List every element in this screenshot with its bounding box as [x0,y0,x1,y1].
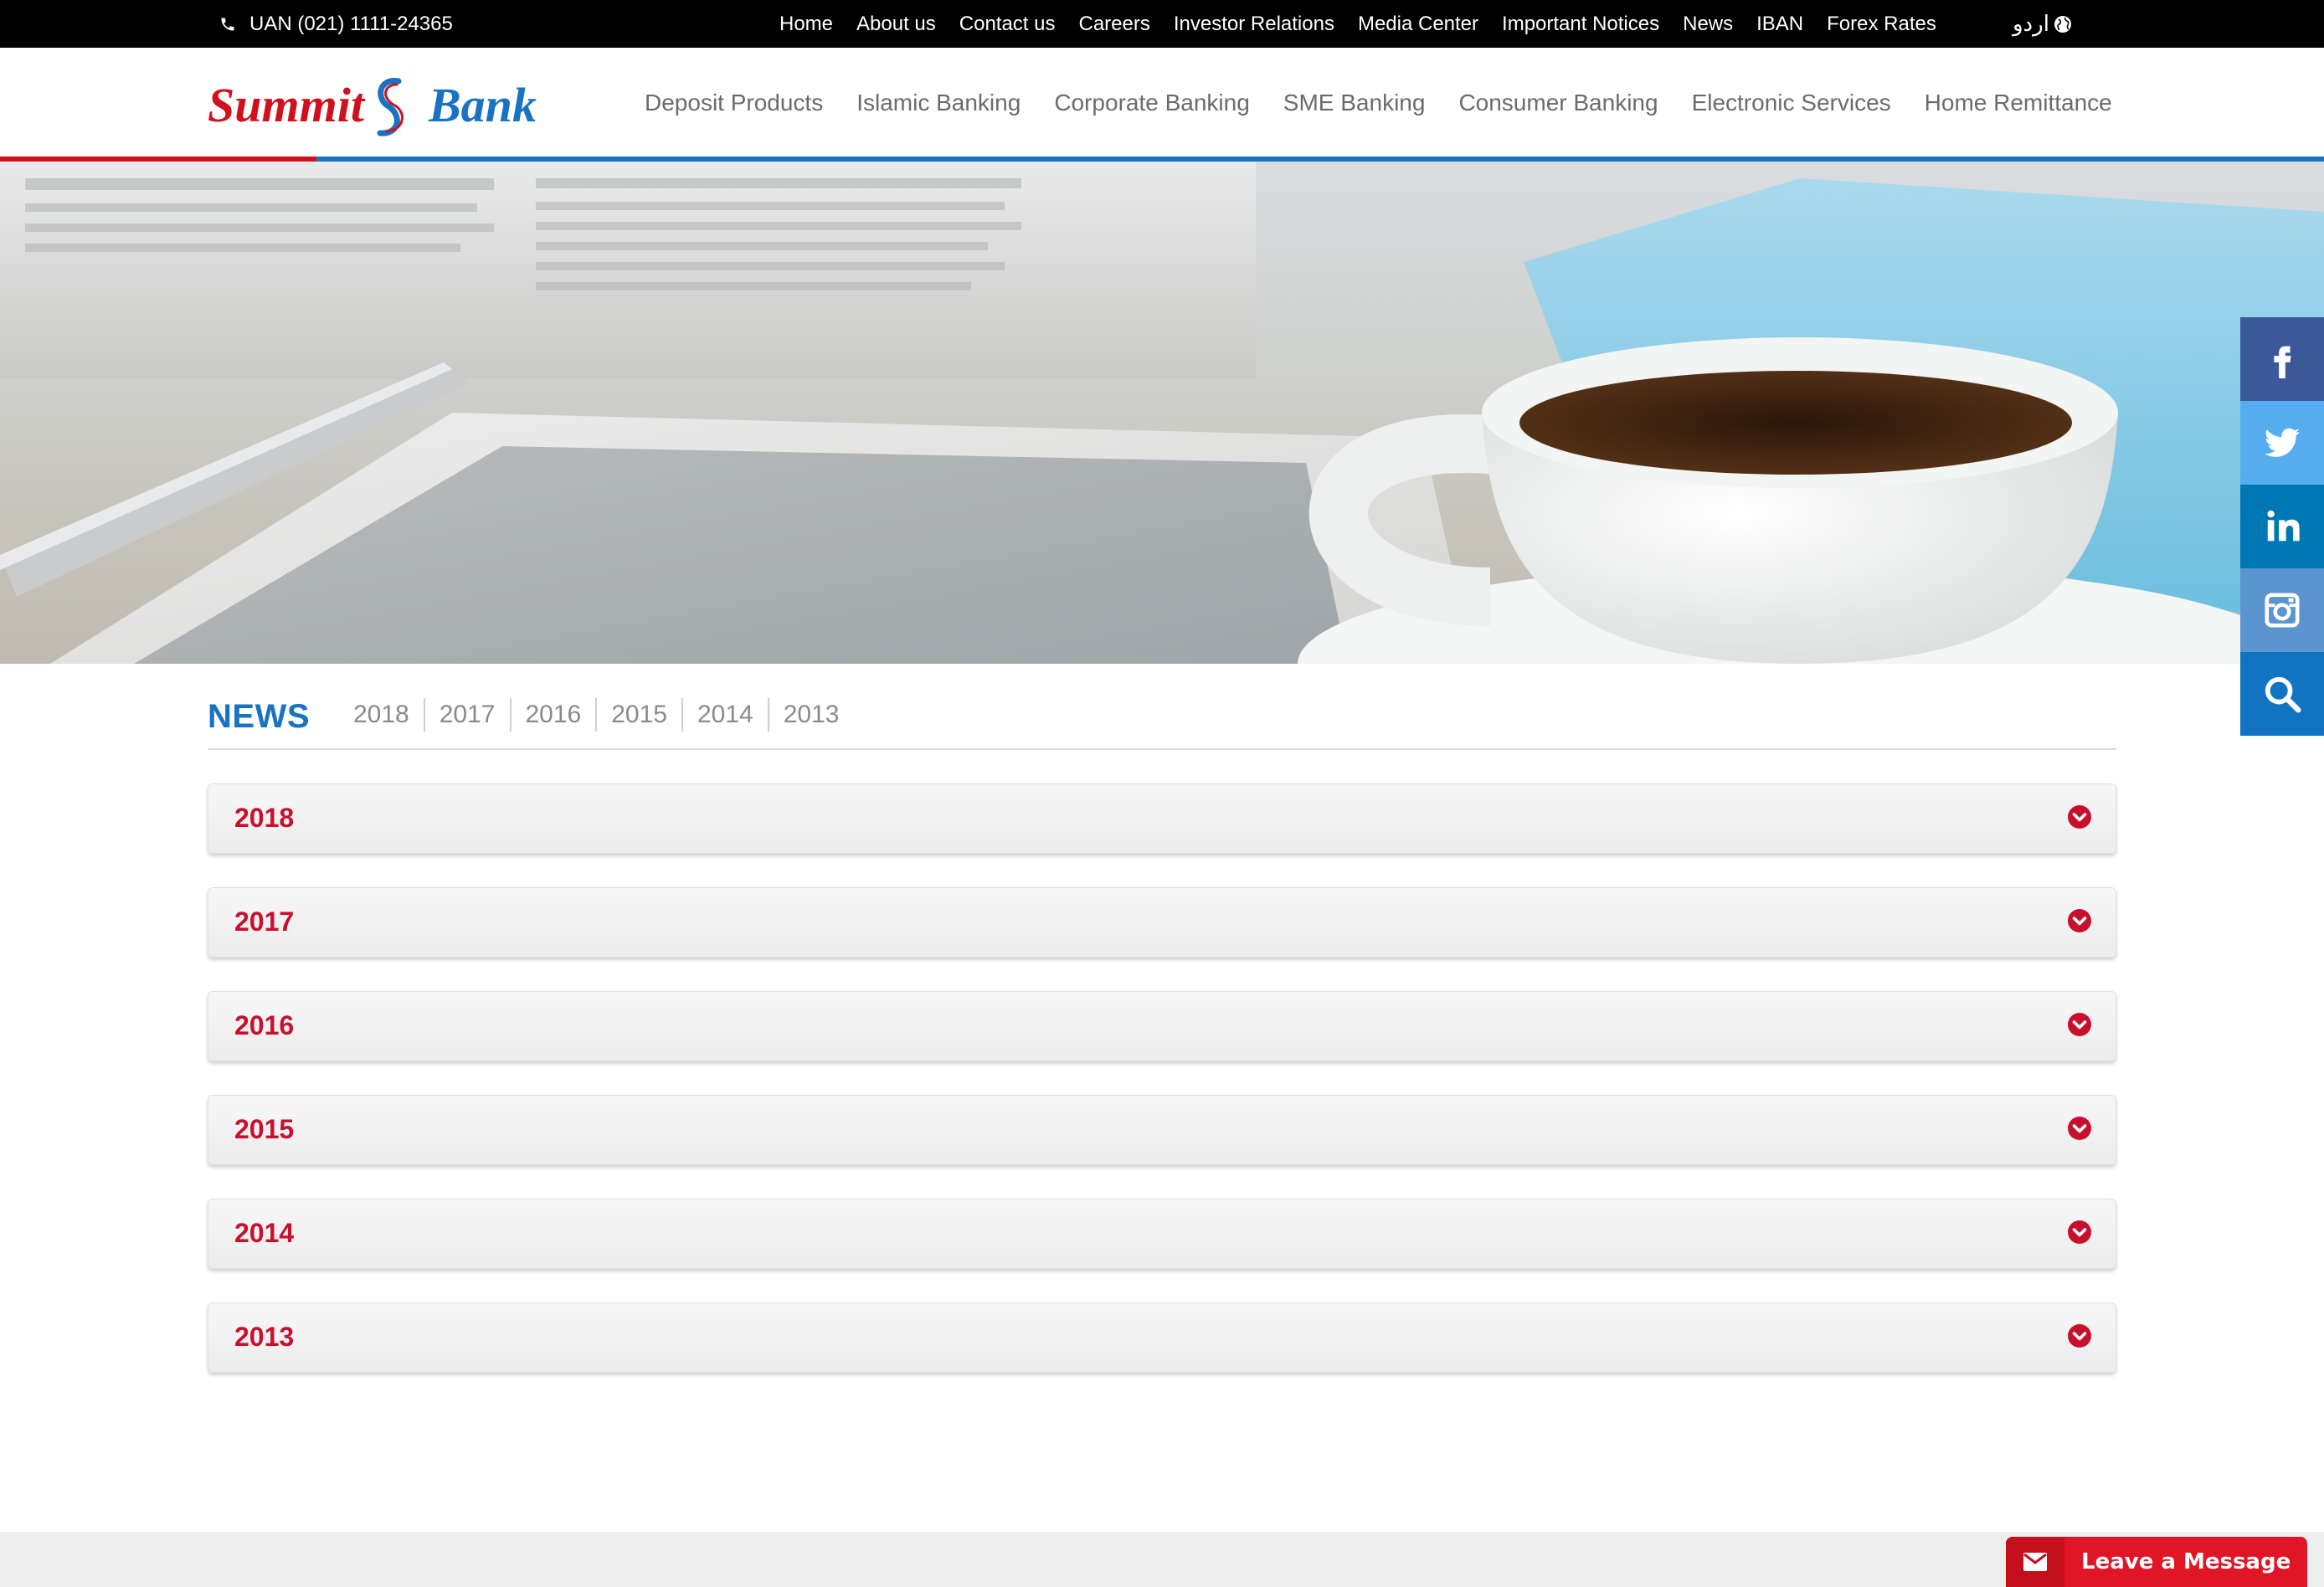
accordion-2018[interactable]: 2018 [208,783,2116,854]
envelope-icon-box [2006,1537,2064,1587]
year-tab-2016[interactable]: 2016 [509,698,596,732]
news-title: NEWS [208,698,310,735]
accordion-2014[interactable]: 2014 [208,1199,2116,1269]
topnav-home[interactable]: Home [779,13,833,36]
nav-home-remittance[interactable]: Home Remittance [1925,90,2112,116]
chevron-down-icon[interactable] [2067,1012,2092,1037]
logo-text-summit: Summit [208,78,366,132]
topnav-investor-relations[interactable]: Investor Relations [1174,13,1334,36]
news-header: NEWS 2018 2017 2016 2015 2014 2013 [208,691,2116,750]
chevron-down-icon[interactable] [2067,908,2092,933]
facebook-icon [2274,346,2291,378]
top-bar: UAN (021) 1111-24365 Home About us Conta… [0,0,2324,48]
accordion-2017[interactable]: 2017 [208,887,2116,958]
footer-strip [0,1532,2324,1587]
chevron-down-icon[interactable] [2067,1220,2092,1245]
hero-image [0,162,2324,664]
nav-sme-banking[interactable]: SME Banking [1283,90,1426,116]
chevron-down-icon[interactable] [2067,1116,2092,1141]
accordion-2015[interactable]: 2015 [208,1095,2116,1165]
facebook-button[interactable] [2240,317,2324,401]
nav-corporate-banking[interactable]: Corporate Banking [1054,90,1249,116]
topnav-iban[interactable]: IBAN [1756,13,1803,36]
linkedin-icon [2267,510,2300,542]
main-navigation: Deposit Products Islamic Banking Corpora… [645,90,2112,116]
phone-icon [221,18,234,30]
year-tab-2015[interactable]: 2015 [595,698,681,732]
accordion-2016[interactable]: 2016 [208,991,2116,1061]
twitter-icon [2264,428,2301,457]
topnav-about-us[interactable]: About us [856,13,936,36]
accordion-title: 2016 [234,1010,295,1040]
logo-text-bank: Bank [428,78,537,132]
topnav-forex-rates[interactable]: Forex Rates [1827,13,1936,36]
summit-bank-logo[interactable]: Summit Bank [208,63,542,146]
instagram-icon [2265,593,2300,628]
social-rail [2240,317,2324,736]
language-label: اردو [2013,11,2049,36]
topnav-news[interactable]: News [1683,13,1733,36]
topnav-media-center[interactable]: Media Center [1358,13,1478,36]
nav-deposit-products[interactable]: Deposit Products [645,90,823,116]
topnav-important-notices[interactable]: Important Notices [1502,13,1659,36]
twitter-button[interactable] [2240,401,2324,485]
search-button[interactable] [2240,652,2324,736]
nav-electronic-services[interactable]: Electronic Services [1692,90,1891,116]
accordion-2013[interactable]: 2013 [208,1302,2116,1373]
accordion-title: 2013 [234,1322,295,1352]
instagram-button[interactable] [2240,568,2324,652]
accordion-title: 2017 [234,906,295,937]
search-icon [2265,676,2301,713]
year-tab-2013[interactable]: 2013 [767,698,854,732]
hero-banner [0,162,2324,664]
accordion-title: 2018 [234,803,295,833]
chevron-down-icon[interactable] [2067,804,2092,829]
leave-message-button[interactable]: Leave a Message [2006,1537,2307,1587]
nav-consumer-banking[interactable]: Consumer Banking [1458,90,1658,116]
linkedin-button[interactable] [2240,485,2324,568]
nav-islamic-banking[interactable]: Islamic Banking [856,90,1021,116]
top-navigation: Home About us Contact us Careers Investo… [779,0,1960,48]
accordion-title: 2015 [234,1114,295,1144]
chevron-down-icon[interactable] [2067,1323,2092,1348]
year-tab-2018[interactable]: 2018 [353,698,424,732]
year-tab-2017[interactable]: 2017 [423,698,510,732]
leave-message-label: Leave a Message [2081,1549,2291,1574]
year-tab-2014[interactable]: 2014 [681,698,768,732]
year-tabs: 2018 2017 2016 2015 2014 2013 [353,698,854,732]
language-switch[interactable]: اردو [2013,0,2073,48]
globe-icon [2054,15,2071,33]
topnav-contact-us[interactable]: Contact us [959,13,1056,36]
site-header: Summit Bank Deposit Products Islamic Ban… [0,48,2324,159]
envelope-icon [2023,1553,2047,1571]
accordion-title: 2014 [234,1218,295,1248]
topnav-careers[interactable]: Careers [1079,13,1150,36]
phone-number: UAN (021) 1111-24365 [249,12,453,35]
phone-info: UAN (021) 1111-24365 [219,0,453,48]
